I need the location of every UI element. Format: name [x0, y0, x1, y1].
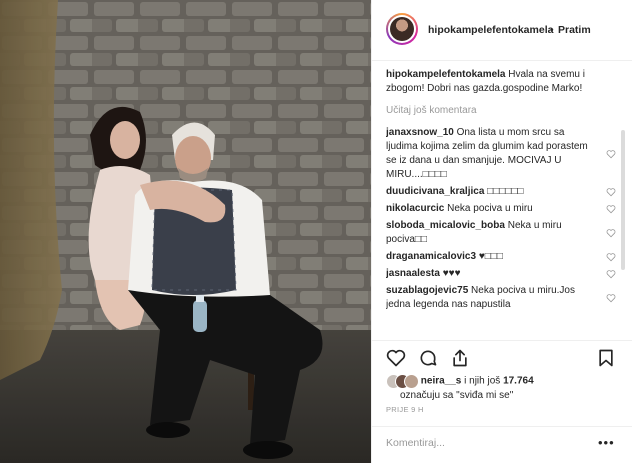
list-item: suzablagojevic75 Neka pociva u miru.Jos …: [386, 284, 616, 312]
heart-icon[interactable]: [606, 293, 616, 303]
comments-list[interactable]: hipokampelefentokamela Hvala na svemu i …: [386, 68, 616, 340]
avatar: [404, 374, 419, 389]
more-options-icon[interactable]: •••: [598, 435, 615, 450]
share-icon[interactable]: [450, 348, 470, 368]
heart-icon[interactable]: [606, 228, 616, 238]
comment-username[interactable]: draganamicalovic3: [386, 251, 476, 262]
comment-icon[interactable]: [418, 348, 438, 368]
list-item: janaxsnow_10 Ona lista u mom srcu sa lju…: [386, 126, 616, 182]
comment-username[interactable]: jasnaalesta: [386, 268, 440, 279]
comment-text: Neka pociva u miru: [447, 203, 533, 214]
likes-summary: neira__s i njih još 17.764 označuju sa "…: [386, 374, 626, 403]
comment-username[interactable]: nikolacurcic: [386, 203, 444, 214]
header-username[interactable]: hipokampelefentokamela: [428, 24, 553, 36]
heart-icon[interactable]: [606, 252, 616, 262]
comment-username[interactable]: janaxsnow_10: [386, 127, 454, 138]
heart-icon[interactable]: [606, 149, 616, 159]
heart-icon[interactable]: [606, 269, 616, 279]
heart-icon[interactable]: [386, 348, 406, 368]
post-photo[interactable]: [0, 0, 371, 463]
list-item: draganamicalovic3 ♥□□□: [386, 250, 616, 264]
post-sidebar: hipokampelefentokamela • Pratim hipokamp…: [371, 0, 632, 463]
comment-text: ♥□□□: [478, 251, 503, 262]
follow-button[interactable]: Pratim: [558, 24, 591, 36]
comment-text: ♥♥♥: [442, 268, 461, 279]
header-separator: •: [550, 24, 554, 36]
likes-text: i njih još: [461, 375, 504, 387]
load-more-comments-button[interactable]: Učitaj još komentara: [386, 104, 616, 118]
bookmark-icon[interactable]: [596, 348, 616, 368]
list-item: duudicivana_kraljica □□□□□□: [386, 185, 616, 199]
comment-text: □□□□□□: [487, 186, 524, 197]
heart-icon[interactable]: [606, 204, 616, 214]
caption: hipokampelefentokamela Hvala na svemu i …: [386, 68, 616, 96]
comment-username[interactable]: suzablagojevic75: [386, 285, 468, 296]
likes-count[interactable]: 17.764: [503, 376, 534, 387]
caption-username[interactable]: hipokampelefentokamela: [386, 69, 505, 80]
liker-avatars[interactable]: [386, 374, 419, 389]
comment-username[interactable]: duudicivana_kraljica: [386, 186, 484, 197]
list-item: nikolacurcic Neka pociva u miru: [386, 202, 616, 216]
comment-username[interactable]: sloboda_micalovic_boba: [386, 220, 505, 231]
post-time[interactable]: PRIJE 9 H: [386, 405, 424, 414]
post-photo-image: [0, 0, 371, 463]
comment-input-area: Komentiraj... •••: [372, 426, 632, 463]
list-item: sloboda_micalovic_boba Neka u miru pociv…: [386, 219, 616, 247]
comments-scrollbar[interactable]: [621, 130, 625, 270]
avatar[interactable]: [386, 13, 418, 45]
heart-icon[interactable]: [606, 187, 616, 197]
action-bar: [372, 340, 632, 372]
likes-line2: označuju sa "sviđa mi se": [400, 389, 514, 401]
liker-username[interactable]: neira__s: [421, 376, 462, 387]
comment-input[interactable]: Komentiraj...: [386, 437, 445, 449]
list-item: jasnaalesta ♥♥♥: [386, 267, 616, 281]
post-header: hipokampelefentokamela • Pratim: [372, 0, 632, 61]
